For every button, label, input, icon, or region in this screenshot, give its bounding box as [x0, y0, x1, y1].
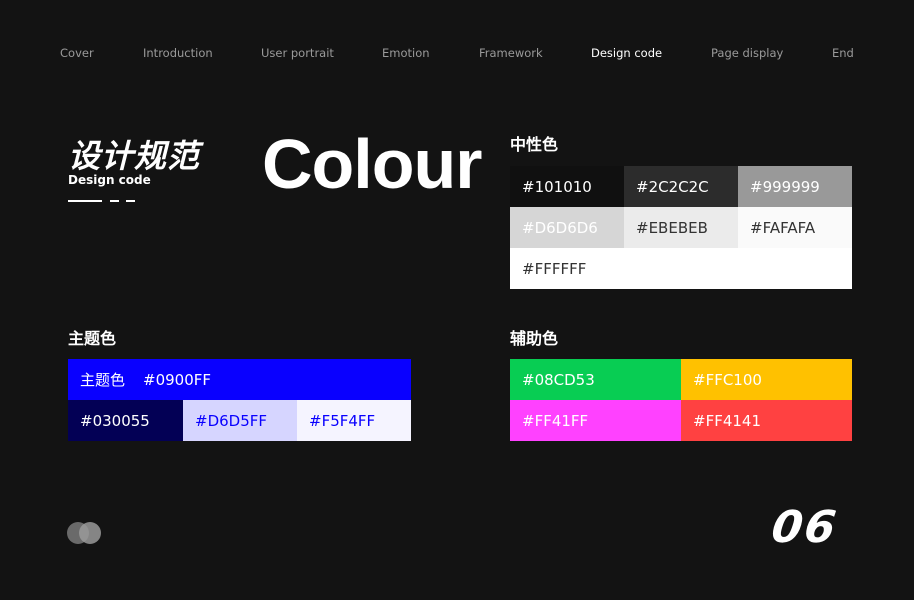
nav-item-cover[interactable]: Cover [60, 46, 94, 60]
swatch-hex-label: #030055 [80, 411, 150, 430]
auxiliary-colors-title: 辅助色 [510, 329, 559, 348]
page-title-cn: 设计规范 [68, 137, 201, 175]
swatch-ff41ff: #FF41FF [510, 400, 681, 441]
swatch-0900ff: 主题色 #0900FF [68, 359, 411, 400]
swatch-030055: #030055 [68, 400, 183, 441]
swatch-fafafa: #FAFAFA [738, 207, 852, 248]
swatch-hex-label: #08CD53 [522, 370, 595, 389]
title-underline-dash [126, 200, 135, 202]
swatch-hex-label: #FF41FF [522, 411, 589, 430]
swatch-name-label: 主题色 [80, 371, 126, 389]
swatch-101010: #101010 [510, 166, 624, 207]
swatch-hex-label: #D6D6D6 [522, 218, 598, 237]
swatch-hex-label: #EBEBEB [636, 218, 708, 237]
swatch-d6d5ff: #D6D5FF [183, 400, 297, 441]
swatch-hex-label: #2C2C2C [636, 177, 709, 196]
theme-colors-title: 主题色 [68, 329, 117, 348]
section-heading-colour: Colour [262, 125, 483, 203]
swatch-999999: #999999 [738, 166, 852, 207]
nav-item-introduction[interactable]: Introduction [143, 46, 213, 60]
swatch-hex-label: #D6D5FF [195, 411, 268, 430]
swatch-ffc100: #FFC100 [681, 359, 852, 400]
nav-item-emotion[interactable]: Emotion [382, 46, 430, 60]
swatch-ebebeb: #EBEBEB [624, 207, 738, 248]
swatch-ff4141: #FF4141 [681, 400, 852, 441]
swatch-hex-label: #FF4141 [693, 411, 761, 430]
swatch-hex-label: #F5F4FF [309, 411, 376, 430]
swatch-hex-label: #FFC100 [693, 370, 762, 389]
nav-item-page-display[interactable]: Page display [711, 46, 783, 60]
swatch-hex-label: #FAFAFA [750, 218, 816, 237]
nav-item-framework[interactable]: Framework [479, 46, 543, 60]
nav-item-design-code[interactable]: Design code [591, 46, 662, 60]
title-underline [68, 200, 102, 202]
neutral-colors-title: 中性色 [510, 135, 559, 154]
page-subtitle: Design code [68, 173, 151, 187]
swatch-hex-label: #FFFFFF [522, 259, 587, 278]
swatch-08cd53: #08CD53 [510, 359, 681, 400]
brand-logo-icon [67, 522, 103, 544]
nav-item-user-portrait[interactable]: User portrait [261, 46, 334, 60]
swatch-hex-label: #101010 [522, 177, 592, 196]
swatch-2c2c2c: #2C2C2C [624, 166, 738, 207]
page-number: 06 [768, 502, 841, 553]
swatch-hex-label: #0900FF [143, 370, 212, 389]
nav-item-end[interactable]: End [832, 46, 854, 60]
swatch-d6d6d6: #D6D6D6 [510, 207, 624, 248]
swatch-hex-label: #999999 [750, 177, 820, 196]
title-underline-dash [110, 200, 119, 202]
swatch-f5f4ff: #F5F4FF [297, 400, 411, 441]
swatch-ffffff: #FFFFFF [510, 248, 852, 289]
top-nav: Cover Introduction User portrait Emotion… [0, 46, 914, 62]
